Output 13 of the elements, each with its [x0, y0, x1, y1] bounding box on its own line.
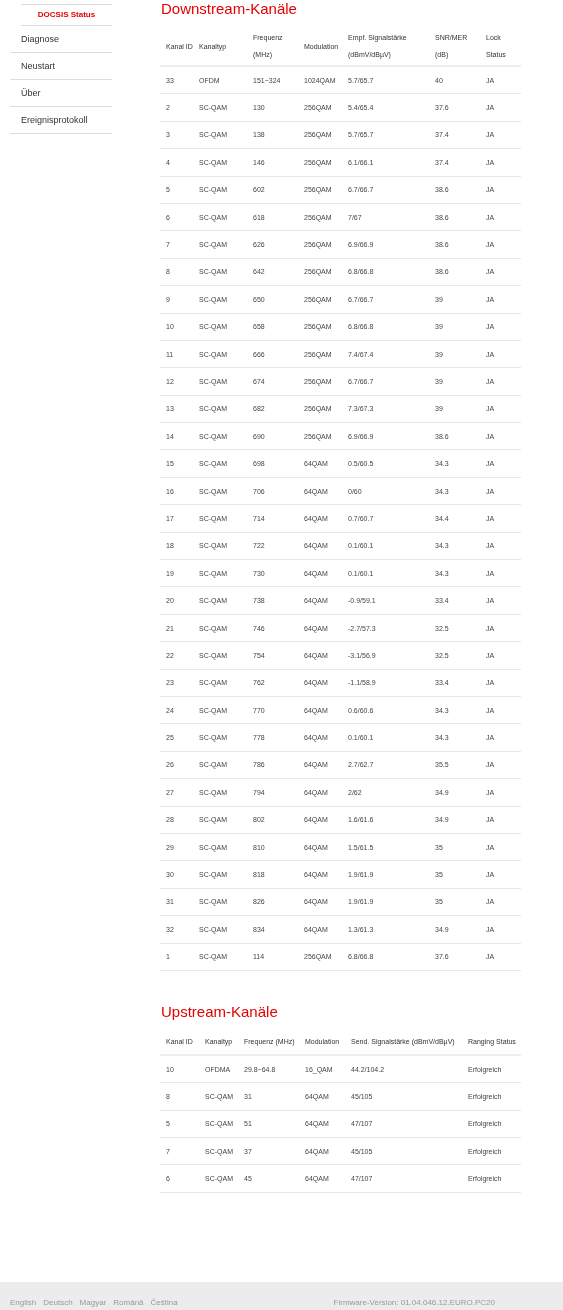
section-title: Upstream-Kanäle [160, 1002, 279, 1021]
language-link[interactable]: Čeština [150, 1298, 178, 1307]
section-title: Downstream-Kanäle [160, 0, 298, 18]
sidebar-item[interactable]: Neustart [10, 53, 112, 80]
sidebar-item[interactable]: Diagnose [10, 26, 112, 53]
language-link[interactable]: Magyar [79, 1298, 107, 1307]
language-link[interactable]: Română [113, 1298, 144, 1307]
language-link[interactable]: English [10, 1298, 37, 1307]
sidebar-item[interactable]: Über [10, 80, 112, 107]
language-link[interactable]: Deutsch [43, 1298, 73, 1307]
sidebar-item[interactable]: DOCSIS Status [21, 4, 112, 26]
firmware-version: Firmware-Version: 01.04.046.12.EURO.PC20 [333, 1298, 495, 1307]
sidebar-item[interactable]: Ereignisprotokoll [10, 107, 112, 134]
